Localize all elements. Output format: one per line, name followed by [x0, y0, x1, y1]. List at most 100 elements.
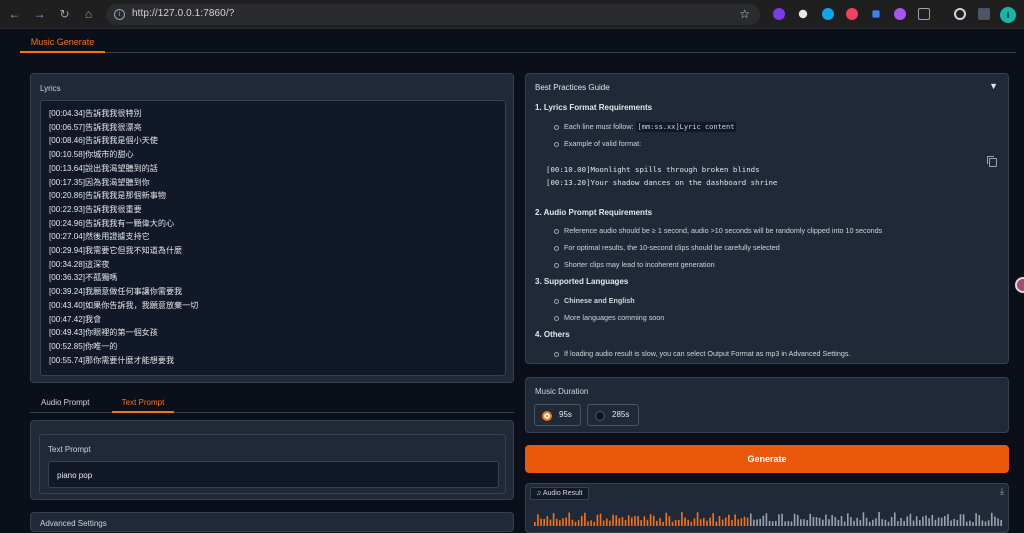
duration-option-95s[interactable]: 95s — [534, 404, 581, 426]
lyric-line: [00:34.28]這深夜 — [49, 259, 110, 269]
floating-extension-icon[interactable] — [1015, 277, 1024, 293]
waveform-bar — [665, 512, 668, 526]
waveform-bar — [674, 519, 677, 526]
extension-icon[interactable] — [894, 8, 906, 20]
advanced-settings-accordion[interactable]: Advanced Settings — [30, 512, 514, 532]
download-icon[interactable]: ⤓ — [1000, 486, 1004, 497]
lyric-line: [00:43.40]如果你告訴我，我願意放棄一切 — [49, 300, 199, 310]
waveform-bar — [987, 520, 990, 526]
lyric-line: [00:06.57]告訴我我很漂亮 — [49, 122, 142, 132]
lyric-line: [00:52.85]你唯一的 — [49, 341, 118, 351]
advanced-settings-label: Advanced Settings — [40, 519, 107, 528]
extension-icon[interactable] — [872, 10, 880, 18]
waveform-bar — [806, 520, 808, 526]
waveform-bar — [718, 515, 721, 526]
lyric-line: [00:20.86]告訴我我是那個新事物 — [49, 191, 166, 201]
tab-audio-prompt[interactable]: Audio Prompt — [41, 395, 89, 413]
lyric-line: [00:04.34]告訴我我很特別 — [49, 109, 142, 118]
extension-icon[interactable] — [846, 8, 858, 20]
info-icon[interactable]: i — [114, 9, 125, 20]
text-prompt-input[interactable]: piano pop — [48, 461, 499, 488]
waveform-bar — [534, 522, 536, 526]
waveform-bar — [909, 513, 912, 526]
waveform-bar — [843, 521, 846, 526]
waveform-bar — [972, 521, 974, 526]
generate-button[interactable]: Generate — [525, 445, 1009, 473]
extension-icon[interactable] — [773, 8, 785, 20]
lyric-line: [00:17.35]因為我渴望聽到你 — [49, 177, 150, 187]
main-tabs: Music Generate — [20, 31, 1016, 53]
waveform-bar — [897, 521, 899, 526]
guide-item: Shorter clips may lead to incoherent gen… — [554, 260, 715, 269]
duration-option-285s[interactable]: 285s — [587, 404, 639, 426]
home-icon[interactable]: ⌂ — [80, 6, 97, 23]
extension-icon[interactable] — [822, 8, 834, 20]
waveform-bar — [887, 521, 890, 526]
waveform-bar — [590, 520, 592, 526]
back-icon[interactable]: ← — [6, 6, 23, 23]
guide-title[interactable]: Best Practices Guide — [535, 83, 610, 92]
tab-text-prompt[interactable]: Text Prompt — [112, 395, 174, 413]
audio-waveform[interactable] — [534, 506, 1004, 526]
best-practices-guide: Best Practices Guide ▼ 1. Lyrics Format … — [525, 73, 1009, 364]
waveform-bar — [978, 515, 981, 526]
waveform-bar — [615, 515, 617, 526]
bookmark-star-icon[interactable]: ☆ — [739, 7, 750, 21]
lyrics-panel: Lyrics [00:04.34]告訴我我很特別 [00:06.57]告訴我我很漂… — [30, 73, 514, 383]
waveform-bar — [756, 519, 758, 526]
extensions-puzzle-icon[interactable] — [918, 8, 930, 20]
url-text[interactable]: http://127.0.0.1:7860/? — [132, 8, 234, 19]
waveform-bar — [950, 520, 952, 526]
waveform-bar — [847, 513, 849, 526]
waveform-bar — [728, 514, 730, 526]
radio-unselected-icon — [595, 411, 605, 421]
lyric-line: [00:10.58]你城市的甜心 — [49, 150, 134, 160]
collapse-triangle-icon[interactable]: ▼ — [989, 81, 998, 91]
waveform-bar — [649, 514, 652, 526]
lyric-line: [00:22.93]告訴我我很重要 — [49, 204, 142, 214]
waveform-bar — [568, 512, 571, 526]
waveform-bar — [599, 513, 602, 526]
sidebar-icon[interactable] — [978, 8, 990, 20]
waveform-bar — [784, 521, 786, 526]
copy-icon[interactable] — [987, 156, 997, 167]
lyric-line: [00:13.64]說出我渴望聽到的話 — [49, 163, 158, 173]
forward-icon[interactable]: → — [31, 6, 48, 23]
text-prompt-block: Text Prompt piano pop — [39, 434, 506, 494]
waveform-bar — [962, 514, 965, 526]
reload-icon[interactable]: ↻ — [56, 6, 73, 23]
waveform-bar — [778, 514, 780, 526]
code-line: [00:10.00]Moonlight spills through broke… — [546, 165, 760, 174]
profile-avatar[interactable]: i — [1000, 7, 1016, 23]
waveform-bar — [990, 512, 993, 526]
extension-icon[interactable] — [798, 9, 808, 19]
download-icon[interactable] — [954, 8, 966, 20]
tab-music-generate[interactable]: Music Generate — [20, 31, 105, 53]
waveform-bar — [715, 521, 718, 526]
waveform-bar — [577, 520, 580, 526]
waveform-bar — [872, 519, 874, 526]
guide-item: More languages comming soon — [553, 313, 665, 322]
waveform-bar — [825, 514, 827, 526]
lyric-line: [00:27.04]然後用證據支持它 — [49, 232, 150, 242]
waveform-bar — [690, 521, 693, 526]
waveform-bar — [721, 519, 724, 526]
waveform-bar — [868, 521, 871, 526]
waveform-bar — [793, 513, 796, 526]
waveform-bar — [903, 520, 905, 526]
waveform-bar — [934, 519, 937, 526]
lyric-line: [00:39.24]我願意做任何事讓你需要我 — [49, 287, 183, 297]
waveform-bar — [771, 521, 774, 526]
prompt-tabs: Audio Prompt Text Prompt — [30, 395, 514, 413]
waveform-bar — [537, 514, 539, 526]
address-bar[interactable]: i http://127.0.0.1:7860/? ☆ — [106, 4, 760, 25]
waveform-bar — [593, 521, 596, 526]
waveform-bar — [749, 513, 752, 526]
waveform-bar — [878, 512, 880, 526]
waveform-bar — [796, 515, 799, 526]
waveform-bar — [859, 520, 862, 526]
guide-item: Chinese and English — [554, 296, 635, 305]
lyrics-textarea[interactable]: [00:04.34]告訴我我很特別 [00:06.57]告訴我我很漂亮 [00:08… — [40, 100, 506, 376]
waveform-bar — [687, 519, 689, 526]
lyric-line: [00:55.74]那你需要什麼才能想要我 — [49, 355, 175, 365]
